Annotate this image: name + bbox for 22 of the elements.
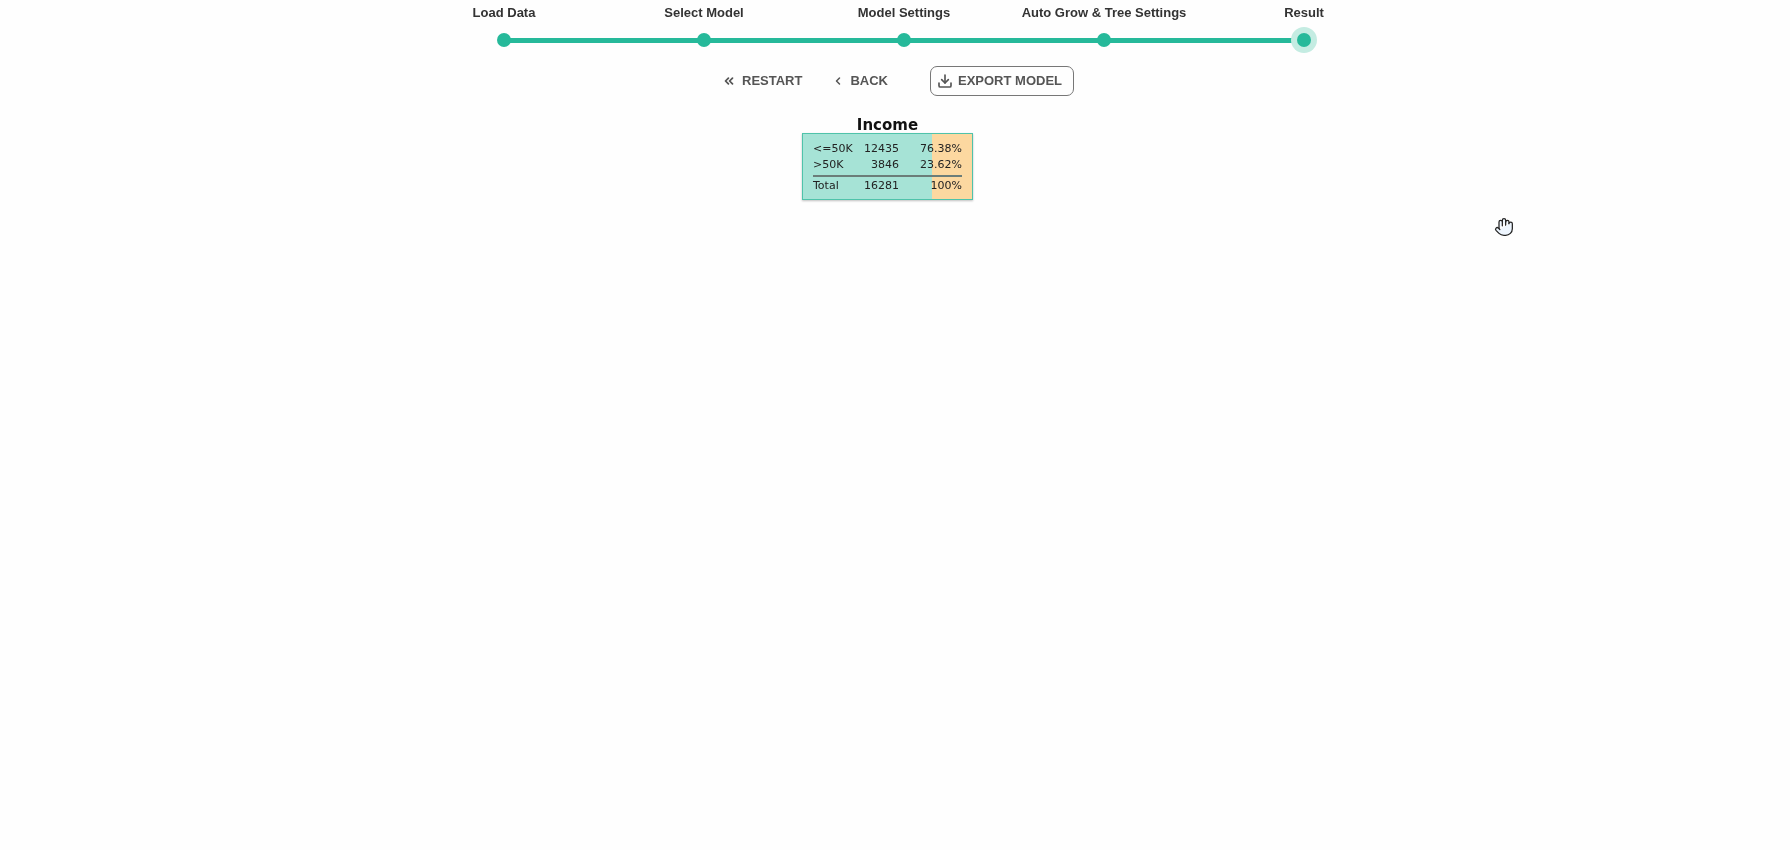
double-chevron-left-icon xyxy=(722,74,736,88)
class-percent: 23.62% xyxy=(919,157,962,173)
restart-button[interactable]: RESTART xyxy=(716,66,809,96)
class-count: 12435 xyxy=(863,141,899,157)
hand-cursor-icon xyxy=(1494,217,1514,237)
class-label: >50K xyxy=(813,157,845,173)
total-count: 16281 xyxy=(863,178,899,194)
step-label[interactable]: Load Data xyxy=(472,4,536,22)
node-title: Income xyxy=(856,117,919,133)
step-label[interactable]: Auto Grow & Tree Settings xyxy=(1021,4,1187,22)
total-percent: 100% xyxy=(929,178,962,194)
class-label: <=50K xyxy=(813,141,854,157)
back-button[interactable]: BACK xyxy=(826,66,894,96)
download-icon xyxy=(937,73,953,89)
total-label: Total xyxy=(813,178,840,194)
export-model-button[interactable]: EXPORT MODEL xyxy=(930,66,1074,96)
class-count: 3846 xyxy=(870,157,899,173)
step-label[interactable]: Result xyxy=(1284,4,1324,22)
tree-node-card[interactable]: <=50K 12435 76.38% >50K 3846 23.62% Total 16281 100% xyxy=(802,133,973,200)
step-label[interactable]: Select Model xyxy=(664,4,744,22)
step-label[interactable]: Model Settings xyxy=(857,4,951,22)
class-percent: 76.38% xyxy=(919,141,962,157)
